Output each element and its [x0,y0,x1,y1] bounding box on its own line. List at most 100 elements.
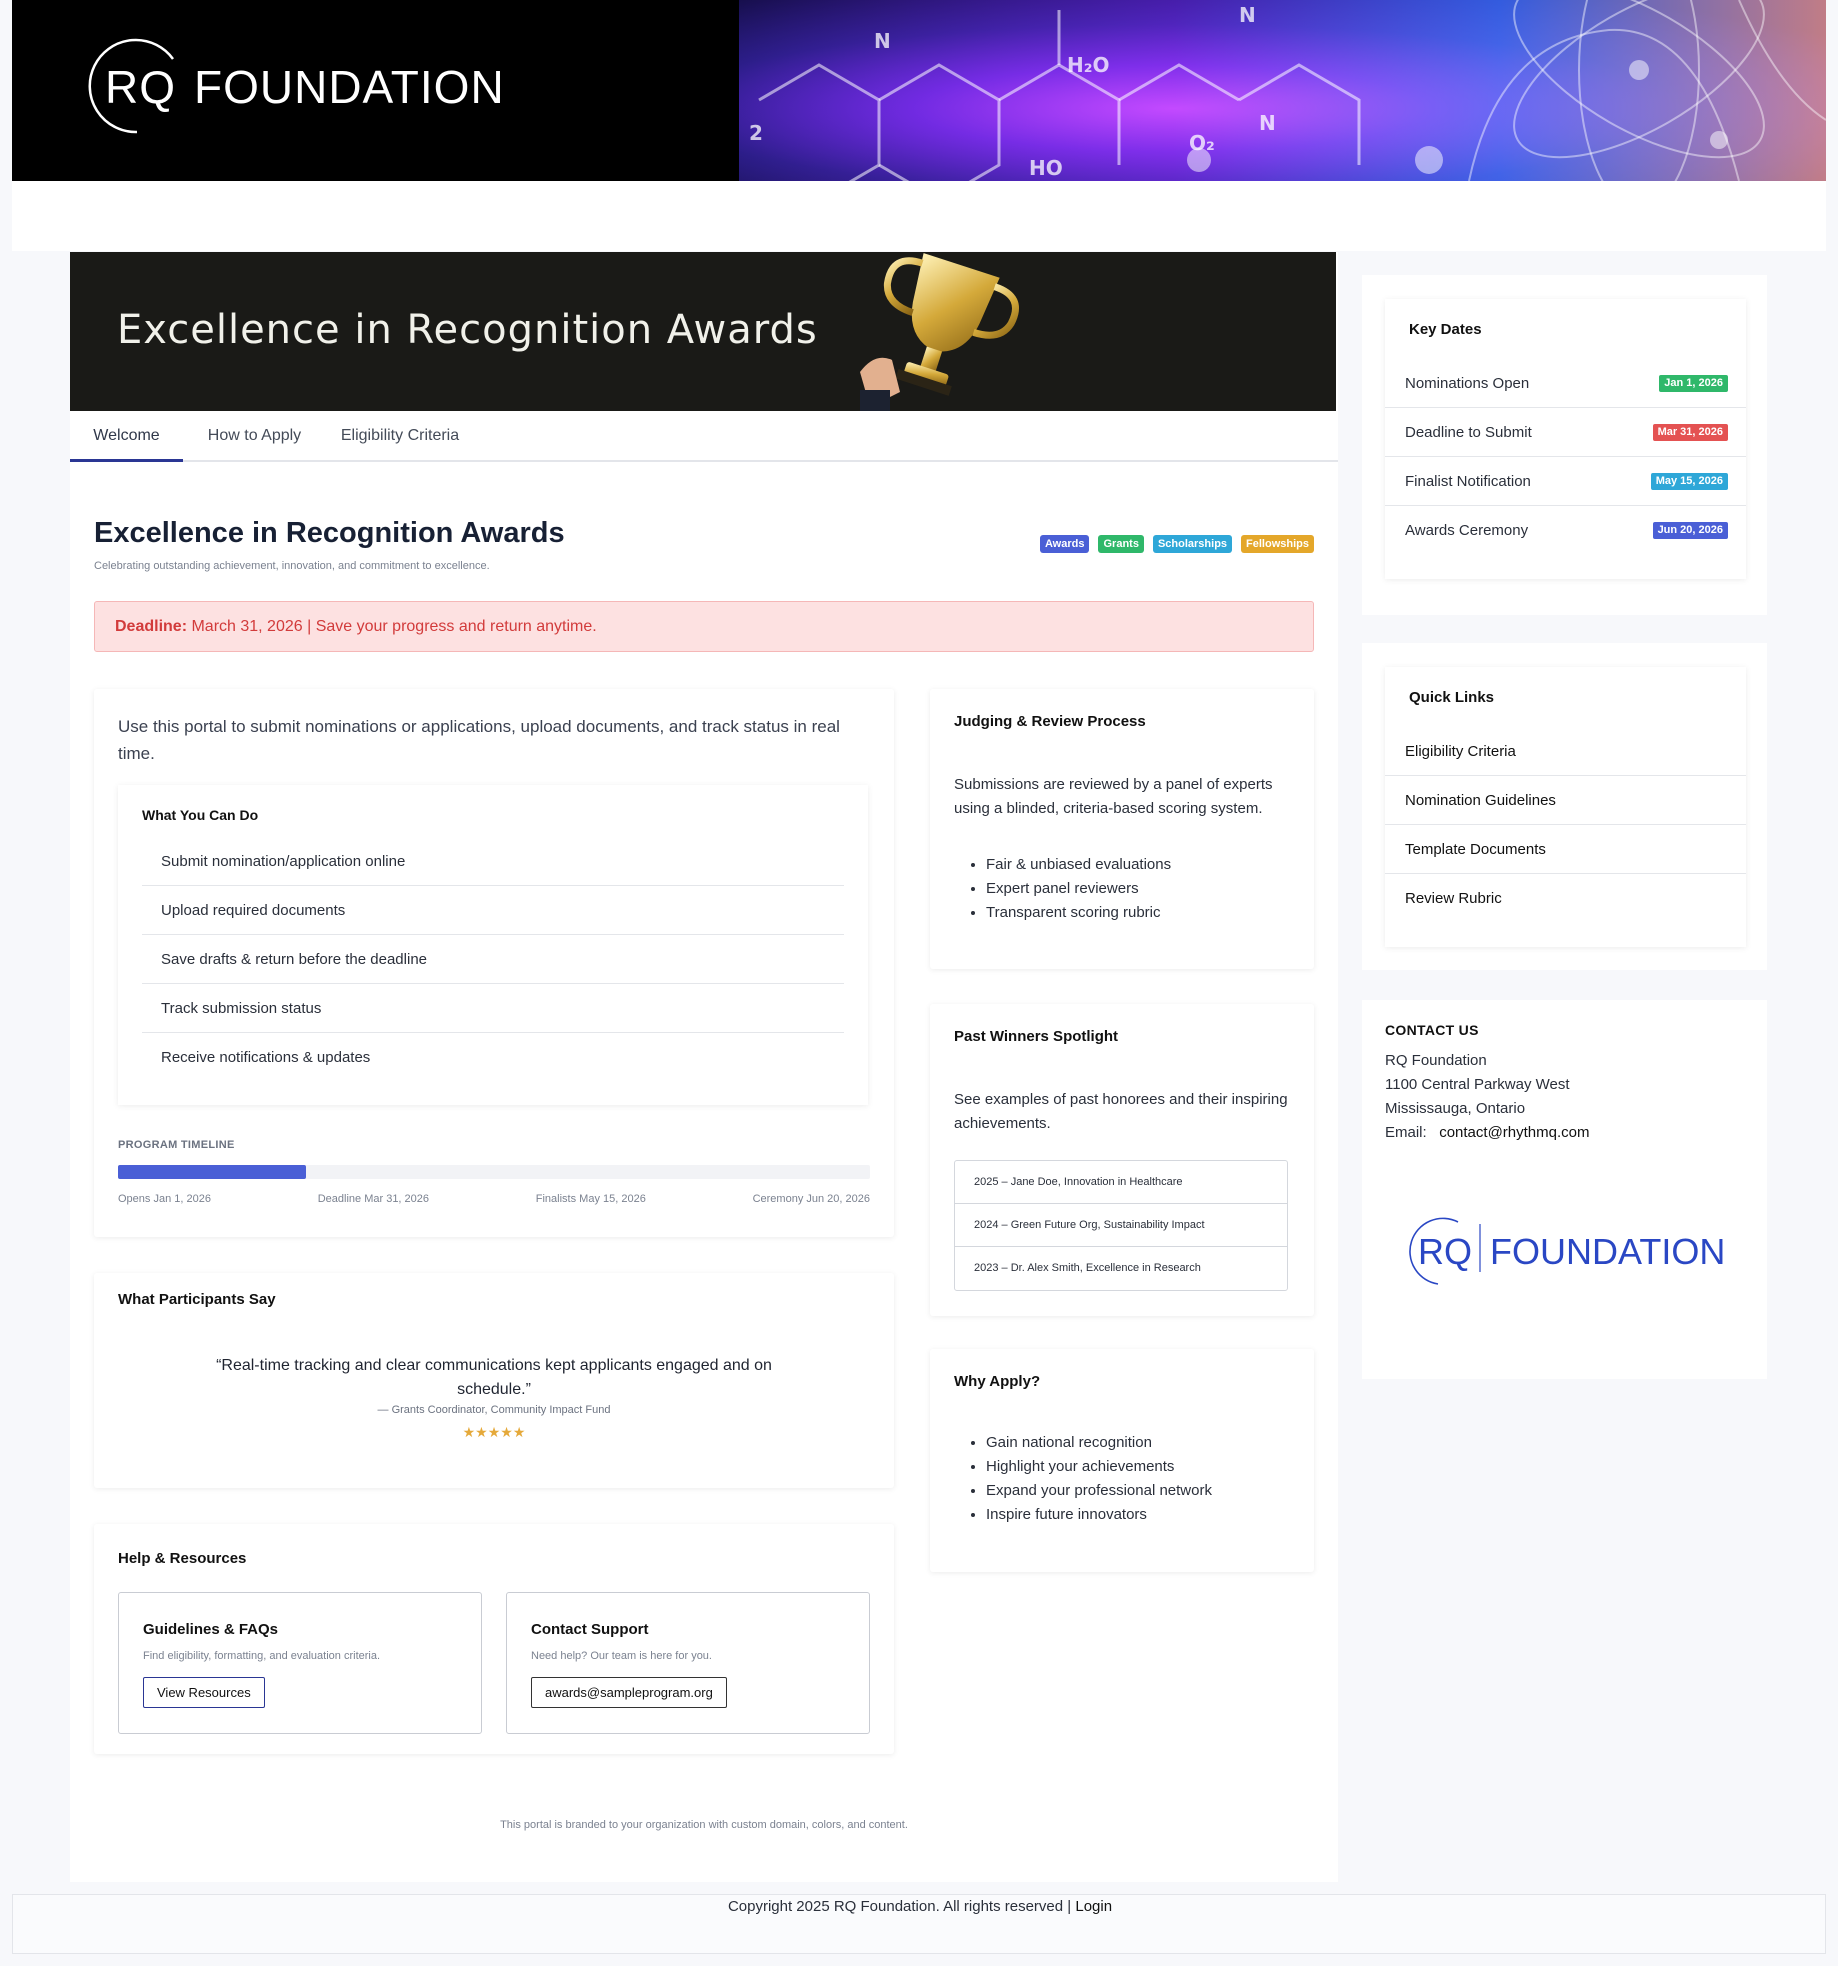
why-apply-card: Why Apply? Gain national recognition Hig… [930,1349,1314,1572]
testimonial-quote: “Real-time tracking and clear communicat… [216,1357,772,1398]
why-apply-points: Gain national recognition Highlight your… [986,1431,1286,1527]
judging-card: Judging & Review Process Submissions are… [930,689,1314,969]
tab-welcome[interactable]: Welcome [70,411,183,462]
site-header: RQ FOUNDATION N H₂O HO O₂ 2 N N [12,0,1826,181]
list-item: Inspire future innovators [986,1503,1286,1527]
quick-links-card: Quick Links Eligibility Criteria Nominat… [1385,667,1746,947]
page-title: Excellence in Recognition Awards [94,517,565,549]
key-dates-title: Key Dates [1409,321,1482,338]
quick-link-eligibility[interactable]: Eligibility Criteria [1385,727,1746,776]
list-item: Gain national recognition [986,1431,1286,1455]
logo-foundation-text: FOUNDATION [1490,1231,1725,1272]
support-title: Contact Support [531,1621,649,1638]
login-link[interactable]: Login [1075,1898,1112,1915]
tab-how-to-apply[interactable]: How to Apply [183,411,326,462]
what-you-can-do-card: What You Can Do Submit nomination/applic… [118,785,868,1105]
site-logo[interactable]: RQ FOUNDATION [85,34,505,138]
date-badge: Jan 1, 2026 [1659,375,1728,392]
contact-email-link[interactable]: contact@rhythmq.com [1439,1124,1589,1141]
list-item[interactable]: 2025 – Jane Doe, Innovation in Healthcar… [955,1161,1287,1204]
key-date-nominations-open: Nominations Open Jan 1, 2026 [1385,359,1746,408]
list-item: Upload required documents [142,886,844,935]
date-badge: Jun 20, 2026 [1652,522,1728,539]
list-item[interactable]: 2024 – Green Future Org, Sustainability … [955,1204,1287,1247]
judging-body: Submissions are reviewed by a panel of e… [954,776,1273,817]
contact-line: RQ Foundation [1385,1052,1487,1069]
what-you-can-do-title: What You Can Do [142,807,259,823]
testimonial-author: — Grants Coordinator, Community Impact F… [377,1404,611,1416]
intro-card: Use this portal to submit nominations or… [94,689,894,1237]
list-item: Save drafts & return before the deadline [142,935,844,984]
support-email-button[interactable]: awards@sampleprogram.org [531,1677,727,1708]
timeline-label: PROGRAM TIMELINE [118,1139,235,1151]
contact-line: Mississauga, Ontario [1385,1100,1526,1117]
timeline-step: Ceremony Jun 20, 2026 [752,1193,870,1205]
testimonial-title: What Participants Say [118,1291,276,1308]
key-date-deadline: Deadline to Submit Mar 31, 2026 [1385,408,1746,457]
past-winners-title: Past Winners Spotlight [954,1028,1119,1045]
deadline-label: Deadline: [115,618,188,635]
svg-text:H₂O: H₂O [1067,53,1110,77]
contact-address: RQ Foundation 1100 Central Parkway West … [1385,1049,1589,1145]
timeline-progress-bar [118,1165,870,1179]
logo-rq: RQ [105,61,176,113]
key-date-ceremony: Awards Ceremony Jun 20, 2026 [1385,506,1746,555]
key-dates-list: Nominations Open Jan 1, 2026 Deadline to … [1385,359,1746,555]
branding-note: This portal is branded to your organizat… [500,1819,908,1831]
list-item[interactable]: 2023 – Dr. Alex Smith, Excellence in Res… [955,1247,1287,1290]
help-title: Help & Resources [118,1550,247,1567]
email-label: Email: [1385,1124,1427,1141]
judging-title: Judging & Review Process [954,713,1146,730]
help-resources-card: Help & Resources Guidelines & FAQs Find … [94,1524,894,1754]
list-item: Fair & unbiased evaluations [986,853,1286,877]
header-science-image: N H₂O HO O₂ 2 N N [739,0,1826,181]
quick-link-rubric[interactable]: Review Rubric [1385,874,1746,923]
chip-grants: Grants [1098,535,1144,553]
svg-text:N: N [1259,111,1276,135]
key-dates-card: Key Dates Nominations Open Jan 1, 2026 De… [1385,299,1746,579]
key-date-finalist: Finalist Notification May 15, 2026 [1385,457,1746,506]
judging-points: Fair & unbiased evaluations Expert panel… [986,853,1286,925]
trophy-icon [860,253,1019,411]
what-you-can-do-list: Submit nomination/application online Upl… [142,837,844,1082]
quick-link-guidelines[interactable]: Nomination Guidelines [1385,776,1746,825]
testimonial-card: What Participants Say “Real-time trackin… [94,1273,894,1488]
svg-text:N: N [874,29,891,53]
deadline-alert: Deadline: March 31, 2026 | Save your pro… [94,601,1314,652]
contact-title: CONTACT US [1385,1022,1479,1038]
timeline-steps: Opens Jan 1, 2026 Deadline Mar 31, 2026 … [118,1193,870,1205]
tab-eligibility-criteria[interactable]: Eligibility Criteria [326,411,474,462]
list-item: Receive notifications & updates [161,1049,371,1066]
svg-text:2: 2 [749,121,763,145]
star-rating-icon: ★★★★★ [462,1424,526,1440]
svg-text:N: N [1239,3,1256,27]
main-panel: Excellence in Recognition Awards Welcome… [70,252,1338,1882]
key-date-label: Deadline to Submit [1405,424,1532,441]
guidelines-desc: Find eligibility, formatting, and evalua… [143,1650,381,1662]
hero-banner: Excellence in Recognition Awards [70,252,1336,411]
svg-text:HO: HO [1029,156,1063,180]
molecule-art-icon: N H₂O HO O₂ 2 N N [749,0,1826,181]
list-item: Expand your professional network [986,1479,1286,1503]
quick-link-templates[interactable]: Template Documents [1385,825,1746,874]
timeline-step: Opens Jan 1, 2026 [118,1193,211,1205]
deadline-text: March 31, 2026 | Save your progress and … [191,618,597,635]
date-badge: May 15, 2026 [1650,473,1728,490]
past-winners-card: Past Winners Spotlight See examples of p… [930,1004,1314,1316]
tab-bar: Welcome How to Apply Eligibility Criteri… [70,411,1338,462]
chip-fellowships: Fellowships [1241,535,1314,553]
guidelines-title: Guidelines & FAQs [143,1621,279,1638]
why-apply-title: Why Apply? [954,1373,1041,1390]
list-item: Submit nomination/application online [142,837,844,886]
past-winners-list: 2025 – Jane Doe, Innovation in Healthcar… [954,1160,1288,1291]
copyright-text: Copyright 2025 RQ Foundation. All rights… [727,1898,1076,1915]
quick-links-title: Quick Links [1409,689,1495,706]
contact-line: 1100 Central Parkway West [1385,1076,1570,1093]
page-subtitle: Celebrating outstanding achievement, inn… [94,560,490,572]
logo-rq-text: RQ [1418,1231,1472,1272]
timeline-progress-fill [118,1165,306,1179]
view-resources-button[interactable]: View Resources [143,1677,265,1708]
timeline-step: Finalists May 15, 2026 [535,1193,646,1205]
timeline-step: Deadline Mar 31, 2026 [317,1193,430,1205]
key-date-label: Nominations Open [1405,375,1530,392]
